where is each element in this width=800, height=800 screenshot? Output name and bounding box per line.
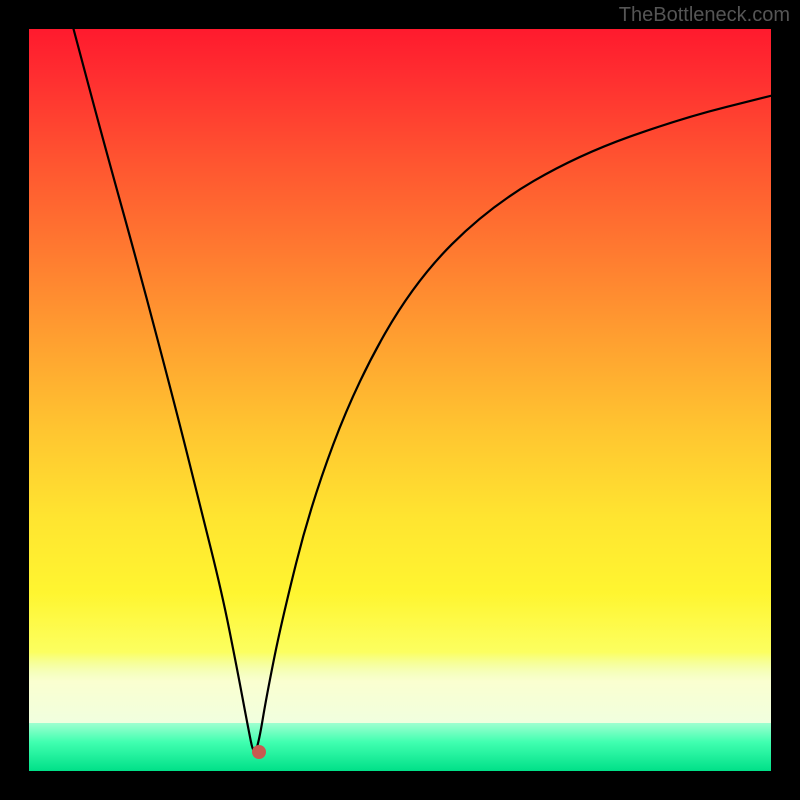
curve-layer <box>29 29 771 771</box>
plot-area <box>29 29 771 771</box>
watermark-text: TheBottleneck.com <box>619 4 790 27</box>
minimum-marker <box>252 745 266 759</box>
bottleneck-curve <box>74 29 771 751</box>
